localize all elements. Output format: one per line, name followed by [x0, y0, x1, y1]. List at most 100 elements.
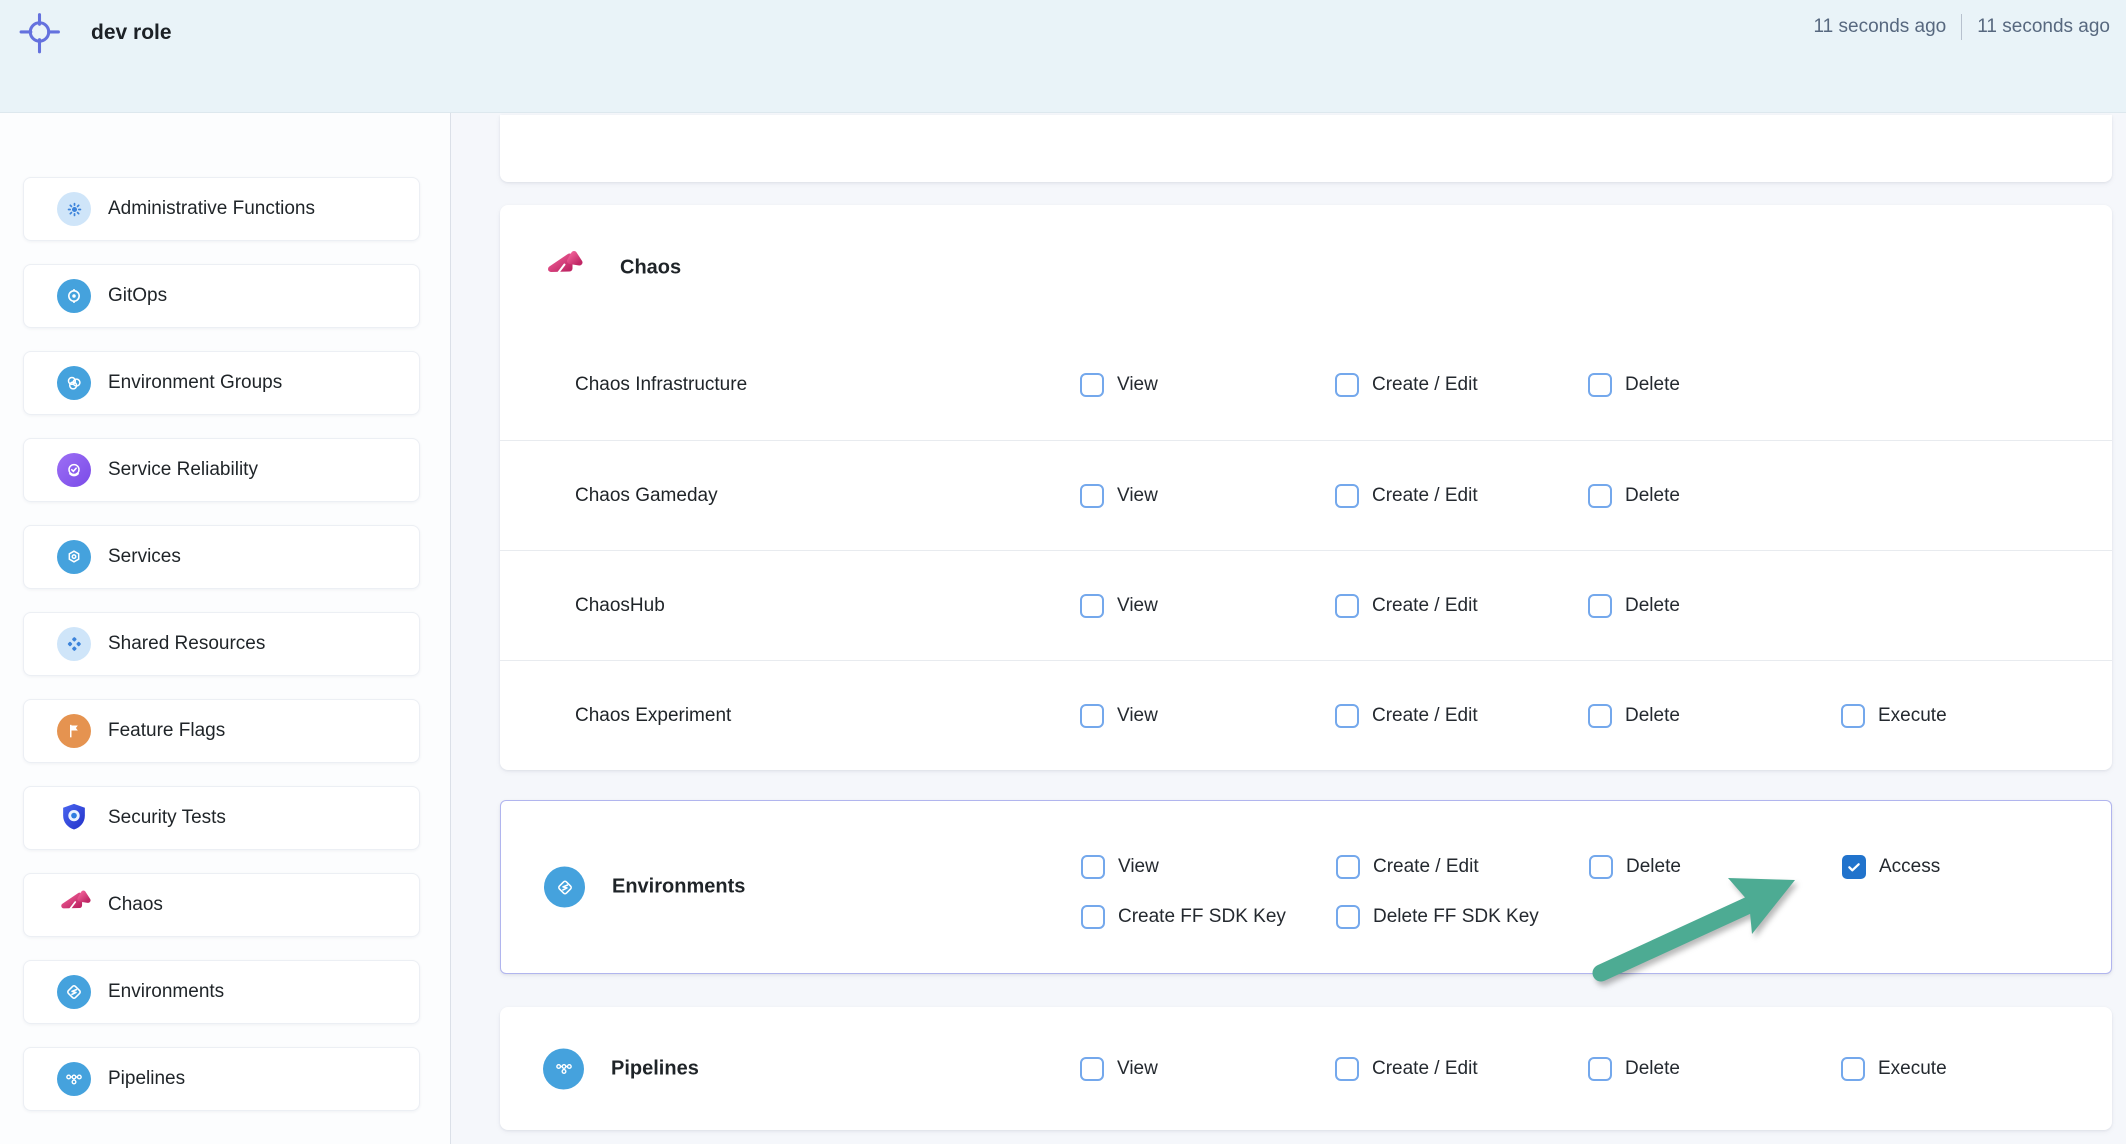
permission-access[interactable]: Access — [1842, 855, 1940, 879]
delete-checkbox[interactable] — [1588, 704, 1612, 728]
pipelines-permissions-card: Pipelines View Create / Edit Delete Execute — [500, 1007, 2112, 1130]
sidebar-item-shared-resources[interactable]: Shared Resources — [23, 612, 420, 676]
create-edit-checkbox[interactable] — [1335, 373, 1359, 397]
environments-icon — [57, 975, 91, 1009]
permissions-panel: Chaos Chaos Infrastructure View Create / E… — [451, 113, 2126, 1144]
service-reliability-icon — [57, 453, 91, 487]
permission-create-edit[interactable]: Create / Edit — [1335, 1057, 1478, 1081]
sidebar-item-label: Environment Groups — [108, 372, 282, 394]
sidebar-item-label: Shared Resources — [108, 633, 265, 655]
annotation-arrow — [1583, 865, 1813, 990]
view-checkbox[interactable] — [1080, 1057, 1104, 1081]
permission-view[interactable]: View — [1081, 855, 1159, 879]
view-checkbox[interactable] — [1080, 373, 1104, 397]
permission-delete[interactable]: Delete — [1588, 704, 1680, 728]
permission-label: View — [1117, 705, 1158, 727]
delete-checkbox[interactable] — [1588, 484, 1612, 508]
environments-icon — [544, 867, 585, 908]
resource-sidebar: Administrative Functions GitOps Environmen… — [0, 113, 451, 1144]
permission-label: View — [1117, 595, 1158, 617]
create-edit-checkbox[interactable] — [1335, 704, 1359, 728]
permission-label: Delete — [1625, 595, 1680, 617]
header-title-group: dev role — [16, 8, 172, 58]
permission-delete-ff-sdk-key[interactable]: Delete FF SDK Key — [1336, 905, 1539, 929]
sidebar-item-label: Feature Flags — [108, 720, 225, 742]
execute-checkbox[interactable] — [1841, 704, 1865, 728]
permission-execute[interactable]: Execute — [1841, 1057, 1947, 1081]
chaos-card-header: Chaos — [500, 205, 2112, 330]
permission-row-chaos-gameday: Chaos Gameday View Create / Edit Delete — [500, 440, 2112, 550]
feature-flags-icon — [57, 714, 91, 748]
view-checkbox[interactable] — [1080, 704, 1104, 728]
shared-resources-icon — [57, 627, 91, 661]
create-ff-sdk-key-checkbox[interactable] — [1081, 905, 1105, 929]
create-edit-checkbox[interactable] — [1336, 855, 1360, 879]
environments-card-title: Environments — [612, 876, 745, 899]
gear-icon — [57, 192, 91, 226]
resource-type-label: Chaos Gameday — [575, 485, 718, 507]
delete-ff-sdk-key-checkbox[interactable] — [1336, 905, 1360, 929]
permission-label: Create / Edit — [1372, 595, 1478, 617]
sidebar-item-pipelines[interactable]: Pipelines — [23, 1047, 420, 1111]
permission-create-edit[interactable]: Create / Edit — [1335, 373, 1478, 397]
delete-checkbox[interactable] — [1588, 373, 1612, 397]
sidebar-item-security-tests[interactable]: Security Tests — [23, 786, 420, 850]
view-checkbox[interactable] — [1080, 484, 1104, 508]
permission-label: Delete FF SDK Key — [1373, 906, 1539, 928]
sidebar-item-administrative-functions[interactable]: Administrative Functions — [23, 177, 420, 241]
permission-view[interactable]: View — [1080, 373, 1158, 397]
permission-view[interactable]: View — [1080, 484, 1158, 508]
permission-delete[interactable]: Delete — [1588, 1057, 1680, 1081]
resource-type-label: Chaos Experiment — [575, 705, 731, 727]
sidebar-item-gitops[interactable]: GitOps — [23, 264, 420, 328]
permission-label: View — [1118, 856, 1159, 878]
create-edit-checkbox[interactable] — [1335, 484, 1359, 508]
view-checkbox[interactable] — [1080, 594, 1104, 618]
permission-delete[interactable]: Delete — [1588, 373, 1680, 397]
delete-checkbox[interactable] — [1588, 1057, 1612, 1081]
chaos-icon — [543, 248, 583, 288]
permission-label: Create / Edit — [1372, 1058, 1478, 1080]
permission-view[interactable]: View — [1080, 704, 1158, 728]
previous-section-card-partial — [500, 115, 2112, 182]
access-checkbox[interactable] — [1842, 855, 1866, 879]
permission-view[interactable]: View — [1080, 594, 1158, 618]
permission-create-edit[interactable]: Create / Edit — [1335, 484, 1478, 508]
permission-create-ff-sdk-key[interactable]: Create FF SDK Key — [1081, 905, 1286, 929]
permission-label: Execute — [1878, 1058, 1947, 1080]
permission-create-edit[interactable]: Create / Edit — [1335, 704, 1478, 728]
execute-checkbox[interactable] — [1841, 1057, 1865, 1081]
sidebar-item-services[interactable]: Services — [23, 525, 420, 589]
permission-create-edit[interactable]: Create / Edit — [1335, 594, 1478, 618]
create-edit-checkbox[interactable] — [1335, 594, 1359, 618]
pipelines-icon — [543, 1048, 584, 1089]
permission-view[interactable]: View — [1080, 1057, 1158, 1081]
chaos-permission-rows: Chaos Infrastructure View Create / Edit Del… — [500, 330, 2112, 770]
sidebar-item-feature-flags[interactable]: Feature Flags — [23, 699, 420, 763]
sidebar-item-environment-groups[interactable]: Environment Groups — [23, 351, 420, 415]
sidebar-item-chaos[interactable]: Chaos — [23, 873, 420, 937]
sidebar-item-service-reliability[interactable]: Service Reliability — [23, 438, 420, 502]
chaos-permissions-card: Chaos Chaos Infrastructure View Create / E… — [500, 205, 2112, 770]
create-edit-checkbox[interactable] — [1335, 1057, 1359, 1081]
sidebar-item-label: Services — [108, 546, 181, 568]
permission-row-chaoshub: ChaosHubViewCreate / EditDelete — [500, 550, 2112, 660]
permission-label: Delete — [1625, 485, 1680, 507]
permission-label: Access — [1879, 856, 1940, 878]
pipelines-card-title: Pipelines — [611, 1057, 699, 1080]
permission-create-edit[interactable]: Create / Edit — [1336, 855, 1479, 879]
resource-type-label: Chaos Infrastructure — [575, 374, 747, 396]
sidebar-item-environments[interactable]: Environments — [23, 960, 420, 1024]
permission-label: Execute — [1878, 705, 1947, 727]
permission-label: View — [1117, 1058, 1158, 1080]
created-timestamp: 11 seconds ago — [1814, 16, 1947, 38]
security-tests-shield-icon — [57, 801, 91, 835]
permission-delete[interactable]: Delete — [1588, 484, 1680, 508]
permission-delete[interactable]: Delete — [1588, 594, 1680, 618]
environment-groups-icon — [57, 366, 91, 400]
view-checkbox[interactable] — [1081, 855, 1105, 879]
pipelines-icon — [57, 1062, 91, 1096]
sidebar-item-label: GitOps — [108, 285, 167, 307]
permission-execute[interactable]: Execute — [1841, 704, 1947, 728]
delete-checkbox[interactable] — [1588, 594, 1612, 618]
